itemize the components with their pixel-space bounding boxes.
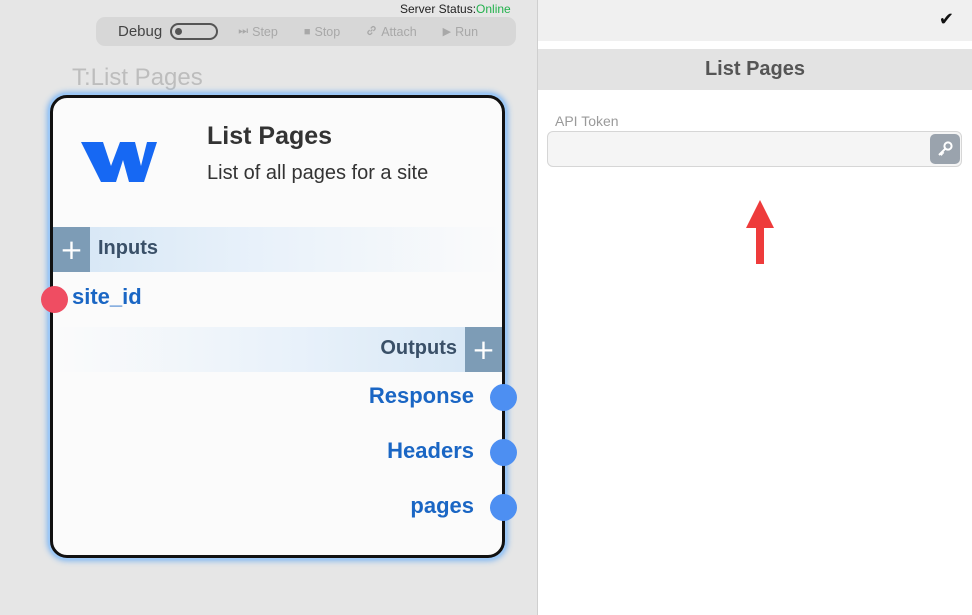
output-port-headers[interactable] [490,439,517,466]
key-button[interactable] [930,134,960,164]
step-button-label: Step [252,24,278,39]
run-icon: ▶ [442,26,452,38]
properties-panel: ✔ List Pages API Token [537,0,972,615]
server-status-value: Online [476,2,511,16]
outputs-label: Outputs [380,337,457,359]
run-button-label: Run [455,24,479,39]
stop-button[interactable]: ■ Stop [304,25,340,39]
check-icon[interactable]: ✔ [939,9,954,30]
run-button[interactable]: ▶ Run [443,25,478,39]
input-port-site-id[interactable] [41,286,68,313]
inputs-section: + Inputs [53,227,502,272]
add-output-button[interactable]: + [465,327,502,372]
input-label-site-id: site_id [72,284,142,309]
key-icon [938,141,953,156]
node-title: List Pages [207,122,333,150]
inputs-label: Inputs [98,237,158,259]
canvas-node-label: T:List Pages [72,64,203,91]
add-input-button[interactable]: + [53,227,90,272]
outputs-section: Outputs + [53,327,502,372]
debug-toggle[interactable] [170,23,219,40]
panel-toolbar: ✔ [538,0,972,41]
debug-toolbar: Debug ⏭ Step ■ Stop Attach ▶ Run [96,17,516,46]
toggle-knob [175,28,183,35]
list-pages-node[interactable]: List Pages List of all pages for a site … [41,95,517,558]
debug-label: Debug [118,23,163,40]
attach-button[interactable]: Attach [366,24,417,39]
stop-button-label: Stop [314,24,341,39]
output-port-pages[interactable] [490,494,517,521]
api-token-label: API Token [555,113,619,129]
output-label-response: Response [368,383,474,408]
red-arrow-up-icon [746,200,774,264]
output-port-response[interactable] [490,384,517,411]
output-label-headers: Headers [387,438,474,463]
node-description: List of all pages for a site [207,162,429,184]
step-icon: ⏭ [238,25,249,37]
server-status: Server Status:Online [400,2,511,16]
attach-button-label: Attach [381,24,417,39]
canvas: Server Status:Online Debug ⏭ Step ■ Stop… [0,0,537,615]
panel-title: List Pages [538,49,972,90]
step-button[interactable]: ⏭ Step [238,25,278,39]
api-token-input[interactable] [547,131,962,167]
stop-icon: ■ [303,25,311,38]
output-label-pages: pages [410,493,474,518]
attach-icon [366,25,377,39]
server-status-label: Server Status: [400,2,477,16]
webflow-logo [81,142,157,182]
panel-spacer [538,41,972,49]
